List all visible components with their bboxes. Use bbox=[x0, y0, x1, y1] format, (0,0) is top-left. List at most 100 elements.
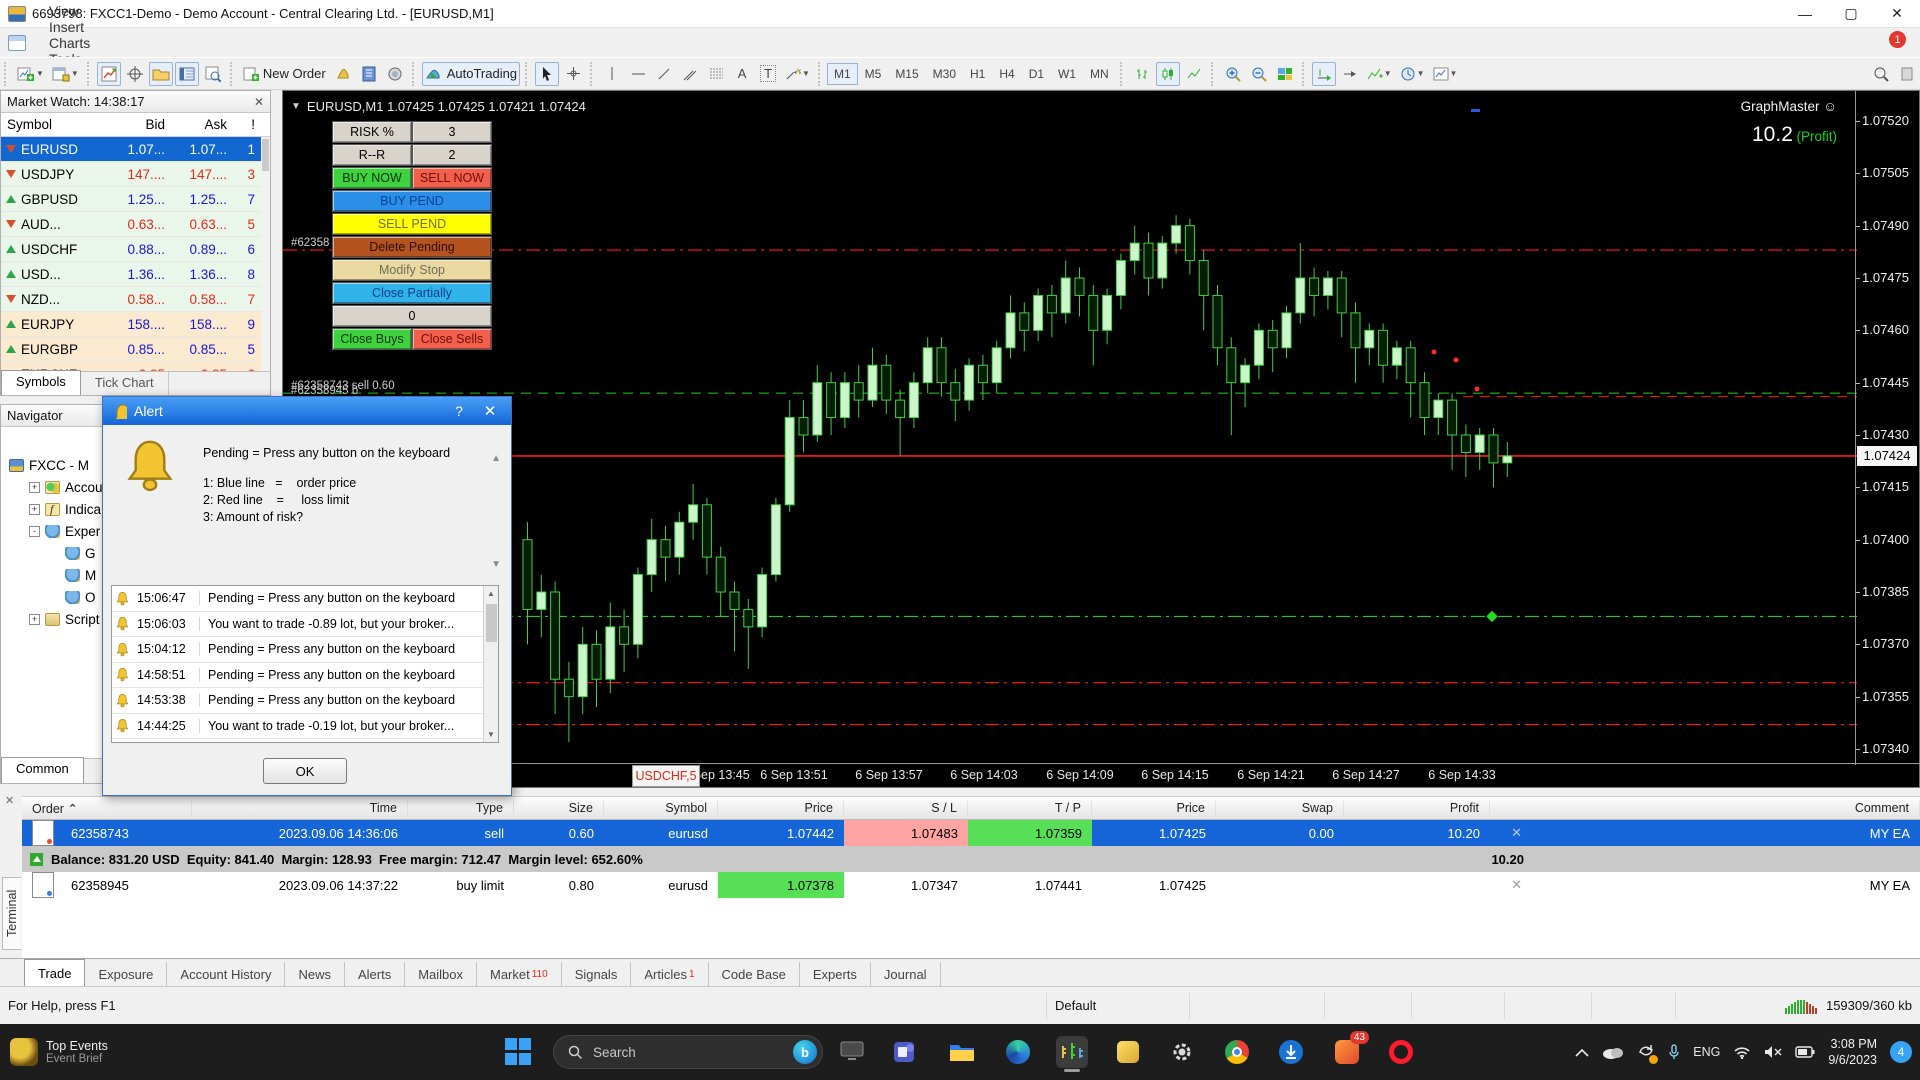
order-row[interactable]: 623587432023.09.06 14:36:06sell0.60eurus… bbox=[22, 820, 1920, 846]
menu-insert[interactable]: Insert bbox=[36, 19, 112, 35]
bar-chart-icon[interactable] bbox=[1130, 62, 1154, 86]
scroll-up-icon[interactable]: ▲ bbox=[491, 453, 501, 464]
microphone-icon[interactable] bbox=[1668, 1044, 1680, 1060]
taskbar-clock[interactable]: 3:08 PM 9/6/2023 bbox=[1828, 1036, 1877, 1068]
navigator-item-accou[interactable]: +Accou bbox=[29, 477, 103, 497]
market-watch-row[interactable]: GBPUSD1.25...1.25...7 bbox=[1, 187, 270, 212]
taskbar-app-teams[interactable] bbox=[890, 1036, 922, 1068]
taskbar-app-settings[interactable] bbox=[1166, 1036, 1198, 1068]
taskbar-app-mail[interactable]: 43 bbox=[1331, 1036, 1363, 1068]
modify-stop-button[interactable]: Modify Stop bbox=[332, 259, 492, 281]
bing-icon[interactable]: b bbox=[793, 1040, 817, 1064]
navigator-icon[interactable] bbox=[149, 62, 173, 86]
taskbar-app-desktop[interactable] bbox=[836, 1036, 868, 1068]
navigator-item-indica[interactable]: +Indica bbox=[29, 499, 101, 519]
market-watch-row[interactable]: NZD...0.58...0.58...7 bbox=[1, 287, 270, 312]
widgets-button[interactable]: Top Events Event Brief bbox=[10, 1038, 108, 1066]
profiles-icon[interactable]: ▼ bbox=[49, 62, 82, 86]
taskbar-app-chrome[interactable] bbox=[1221, 1036, 1253, 1068]
alert-list-scrollbar[interactable]: ▲ ▼ bbox=[483, 586, 498, 742]
market-watch-row[interactable]: USDCHF0.88...0.89...6 bbox=[1, 237, 270, 262]
timeframe-m30[interactable]: M30 bbox=[926, 63, 963, 85]
alert-list-item[interactable]: 14:58:51Pending = Press any button on th… bbox=[112, 663, 498, 689]
battery-icon[interactable] bbox=[1795, 1046, 1815, 1058]
close-order-icon[interactable]: ✕ bbox=[1490, 820, 1532, 846]
timeframe-mn[interactable]: MN bbox=[1083, 63, 1116, 85]
column-spread[interactable]: ! bbox=[233, 117, 261, 132]
risk-value[interactable]: 3 bbox=[412, 121, 492, 143]
search-box[interactable]: Search b bbox=[553, 1035, 823, 1069]
close-order-icon[interactable]: ✕ bbox=[1490, 872, 1532, 898]
auto-scroll-icon[interactable] bbox=[1312, 62, 1336, 86]
menu-view[interactable]: View bbox=[36, 3, 112, 19]
terminal-tab-code-base[interactable]: Code Base bbox=[709, 962, 800, 986]
notification-badge[interactable]: 1 bbox=[1889, 31, 1906, 48]
taskbar-app-explorer[interactable] bbox=[946, 1036, 978, 1068]
market-watch-close-icon[interactable]: ✕ bbox=[254, 95, 264, 109]
notification-count-badge[interactable]: 4 bbox=[1890, 1041, 1912, 1063]
terminal-tab-experts[interactable]: Experts bbox=[800, 962, 871, 986]
start-button[interactable] bbox=[505, 1038, 533, 1066]
buy-pend-button[interactable]: BUY PEND bbox=[332, 190, 492, 212]
market-watch-tab-tick-chart[interactable]: Tick Chart bbox=[81, 372, 169, 395]
terminal-tab-articles[interactable]: Articles1 bbox=[631, 962, 708, 986]
text-tool-icon[interactable]: A bbox=[730, 62, 754, 86]
strategy-tester-icon[interactable] bbox=[201, 62, 225, 86]
close-partially-button[interactable]: Close Partially bbox=[332, 282, 492, 304]
taskbar-app-downloader[interactable] bbox=[1275, 1036, 1307, 1068]
navigator-item-fxccm[interactable]: FXCC - M bbox=[9, 455, 89, 475]
autotrading-button[interactable]: AutoTrading bbox=[422, 62, 520, 86]
cursor-icon[interactable] bbox=[535, 62, 559, 86]
timeframe-d1[interactable]: D1 bbox=[1022, 63, 1051, 85]
close-sells-button[interactable]: Close Sells bbox=[412, 328, 492, 350]
taskbar-app-mt4[interactable] bbox=[1056, 1036, 1088, 1068]
terminal-side-tab[interactable]: Terminal bbox=[2, 877, 21, 950]
alert-ok-button[interactable]: OK bbox=[263, 758, 347, 784]
column-profit[interactable]: Profit bbox=[1344, 801, 1490, 815]
terminal-tab-signals[interactable]: Signals bbox=[562, 962, 632, 986]
chart-window-icon[interactable] bbox=[8, 35, 26, 51]
navigator-item-m[interactable]: M bbox=[65, 565, 96, 585]
alert-list-item[interactable]: 15:04:12Pending = Press any button on th… bbox=[112, 637, 498, 663]
risk-label-button[interactable]: RISK % bbox=[332, 121, 412, 143]
templates-icon[interactable]: ▼ bbox=[1430, 62, 1461, 86]
column-sl[interactable]: S / L bbox=[844, 801, 968, 815]
tree-expander[interactable]: + bbox=[29, 482, 40, 493]
horizontal-line-icon[interactable] bbox=[626, 62, 650, 86]
column-symbol[interactable]: Symbol bbox=[604, 801, 718, 815]
market-watch-icon[interactable] bbox=[97, 62, 121, 86]
sell-pend-button[interactable]: SELL PEND bbox=[332, 213, 492, 235]
market-watch-scrollbar[interactable] bbox=[261, 137, 270, 373]
tile-windows-icon[interactable] bbox=[1273, 62, 1297, 86]
chart-tab-usdchf[interactable]: USDCHF,5 bbox=[632, 765, 700, 787]
column-order[interactable]: Order ⌃ bbox=[22, 801, 192, 816]
market-watch-row[interactable]: AUD...0.63...0.63...5 bbox=[1, 212, 270, 237]
price-scale[interactable]: 1.075201.075051.074901.074751.074601.074… bbox=[1855, 91, 1919, 765]
navigator-tab-common[interactable]: Common bbox=[1, 757, 84, 783]
column-time[interactable]: Time bbox=[192, 801, 408, 815]
column-size[interactable]: Size bbox=[514, 801, 604, 815]
alert-list-item[interactable]: 14:41:19Pending = Press any button on th… bbox=[112, 739, 498, 743]
metaeditor-icon[interactable] bbox=[357, 62, 381, 86]
alert-close-icon[interactable]: ✕ bbox=[477, 402, 503, 420]
market-watch-row[interactable]: EURGBP0.85...0.85...5 bbox=[1, 337, 270, 362]
zoom-out-icon[interactable] bbox=[1247, 62, 1271, 86]
chart-menu-icon[interactable]: ▼ bbox=[291, 101, 301, 112]
channel-icon[interactable] bbox=[678, 62, 702, 86]
terminal-tab-exposure[interactable]: Exposure bbox=[85, 962, 167, 986]
scroll-down-icon[interactable]: ▼ bbox=[491, 559, 501, 570]
alert-list-item[interactable]: 15:06:47Pending = Press any button on th… bbox=[112, 586, 498, 612]
terminal-tab-mailbox[interactable]: Mailbox bbox=[405, 962, 477, 986]
column-Ask[interactable]: Ask bbox=[171, 117, 233, 132]
indicators-icon[interactable]: ▼ bbox=[1364, 62, 1395, 86]
market-watch-row[interactable]: USDJPY147....147....3 bbox=[1, 162, 270, 187]
terminal-tab-alerts[interactable]: Alerts bbox=[345, 962, 405, 986]
fibonacci-icon[interactable] bbox=[704, 62, 728, 86]
tree-expander[interactable]: + bbox=[29, 504, 40, 515]
column-price[interactable]: Price bbox=[1092, 801, 1216, 815]
alert-list-item[interactable]: 15:06:03You want to trade -0.89 lot, but… bbox=[112, 612, 498, 638]
expert-advisors-icon[interactable] bbox=[331, 62, 355, 86]
navigator-item-script[interactable]: +Script bbox=[29, 609, 100, 629]
market-watch-row[interactable]: EURUSD1.07...1.07...1 bbox=[1, 137, 270, 162]
column-Bid[interactable]: Bid bbox=[105, 117, 171, 132]
